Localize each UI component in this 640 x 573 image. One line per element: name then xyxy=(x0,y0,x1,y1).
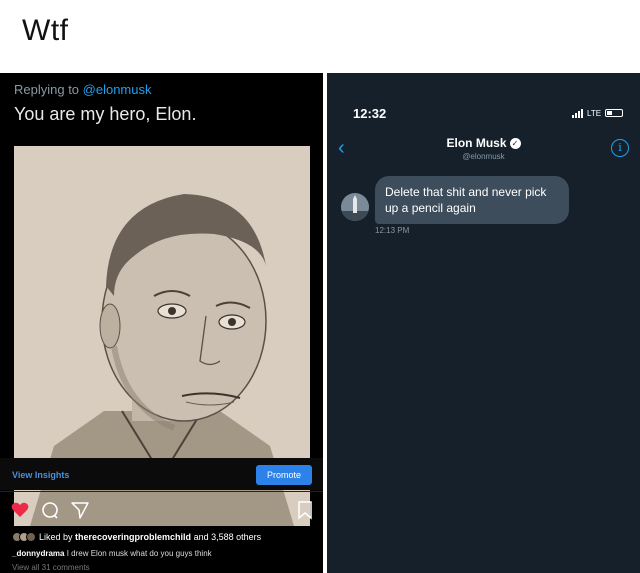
replying-handle-link[interactable]: @elonmusk xyxy=(83,82,152,97)
replying-to-line: Replying to @elonmusk xyxy=(14,82,152,97)
liked-by-suffix[interactable]: and 3,588 others xyxy=(191,532,262,542)
meme-caption: Wtf xyxy=(22,14,69,47)
post-actions-row xyxy=(10,500,315,522)
info-icon[interactable]: i xyxy=(611,139,629,157)
message-timestamp: 12:13 PM xyxy=(375,226,410,235)
twitter-dm-panel: 12:32 LTE ‹ Elon Musk ✓ @elonmusk i Delet… xyxy=(327,73,640,573)
heart-icon[interactable] xyxy=(10,500,30,520)
verified-badge-icon: ✓ xyxy=(509,138,521,150)
view-all-comments-link[interactable]: View all 31 comments xyxy=(12,563,90,572)
post-caption-text: I drew Elon musk what do you guys think xyxy=(64,549,212,558)
status-bar-indicators: LTE xyxy=(572,107,624,119)
comment-icon[interactable] xyxy=(40,500,60,520)
liked-by-line: Liked by therecoveringproblemchild and 3… xyxy=(12,532,261,542)
view-insights-link[interactable]: View Insights xyxy=(12,470,69,480)
post-caption: _donnydrama I drew Elon musk what do you… xyxy=(12,549,212,558)
battery-icon xyxy=(605,109,624,117)
signal-icon xyxy=(572,108,583,118)
liked-by-text: Liked by therecoveringproblemchild and 3… xyxy=(39,532,261,542)
replying-prefix: Replying to xyxy=(14,82,83,97)
divider xyxy=(0,491,323,492)
share-icon[interactable] xyxy=(70,500,90,520)
instagram-post-panel: Replying to @elonmusk You are my hero, E… xyxy=(0,73,323,573)
bookmark-icon[interactable] xyxy=(295,500,315,520)
contact-handle: @elonmusk xyxy=(462,152,505,161)
liker-avatar xyxy=(26,532,36,542)
status-bar-time: 12:32 xyxy=(353,106,387,121)
avatar[interactable] xyxy=(341,193,369,221)
post-username-link[interactable]: _donnydrama xyxy=(12,549,64,558)
conversation-title: Elon Musk ✓ xyxy=(327,136,640,150)
liked-by-prefix: Liked by xyxy=(39,532,76,542)
promote-button[interactable]: Promote xyxy=(256,465,312,485)
tweet-text: You are my hero, Elon. xyxy=(14,104,197,124)
liked-by-user-link[interactable]: therecoveringproblemchild xyxy=(75,532,191,542)
contact-name: Elon Musk xyxy=(446,136,507,150)
message-bubble: Delete that shit and never pick up a pen… xyxy=(375,176,569,224)
network-label: LTE xyxy=(587,108,602,118)
